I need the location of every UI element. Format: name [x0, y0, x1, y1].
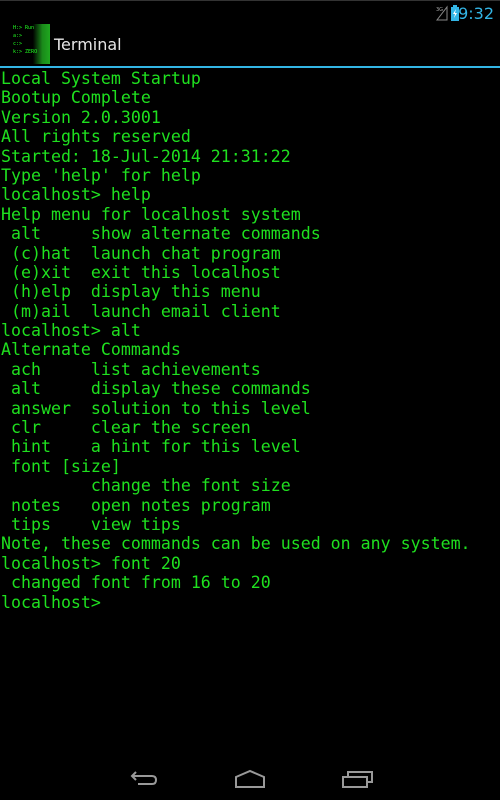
terminal-line: Started: 18-Jul-2014 21:31:22: [1, 146, 291, 166]
app-logo-icon[interactable]: H:> Run a:> c:> k:> ZERO: [12, 24, 50, 64]
terminal-line: hint a hint for this level: [1, 437, 301, 457]
terminal-line: Type 'help' for help: [1, 165, 201, 185]
svg-text:3G: 3G: [436, 7, 443, 13]
terminal-line: Help menu for localhost system: [1, 204, 301, 224]
clock: 9:32: [458, 4, 494, 23]
signal-3g-icon: 3G: [435, 5, 448, 25]
terminal-line: (m)ail launch email client: [1, 301, 281, 321]
terminal-line: (h)elp display this menu: [1, 282, 261, 302]
terminal-line: answer solution to this level: [1, 398, 311, 418]
home-icon: [235, 769, 265, 788]
terminal-line: change the font size: [1, 476, 291, 496]
terminal-line: clr clear the screen: [1, 418, 251, 438]
terminal-line: Alternate Commands: [1, 340, 181, 360]
terminal-line: localhost> help: [1, 185, 151, 205]
terminal-line: changed font from 16 to 20: [1, 573, 271, 593]
home-button[interactable]: [230, 764, 270, 790]
recents-icon: [342, 771, 373, 788]
terminal-line: localhost> alt: [1, 321, 141, 341]
terminal-line: alt display these commands: [1, 379, 311, 399]
back-button[interactable]: [124, 764, 164, 790]
action-bar: H:> Run a:> c:> k:> ZERO Terminal: [0, 24, 500, 68]
terminal-line: (c)hat launch chat program: [1, 243, 281, 263]
terminal-line: localhost>: [1, 592, 101, 612]
terminal-line: Version 2.0.3001: [1, 107, 161, 127]
back-icon: [130, 771, 158, 785]
recents-button[interactable]: [338, 764, 378, 790]
terminal-line: Local System Startup: [1, 69, 201, 88]
terminal-line: All rights reserved: [1, 127, 191, 147]
terminal-line: ach list achievements: [1, 359, 261, 379]
terminal-line: Note, these commands can be used on any …: [1, 534, 471, 554]
terminal-line: Bootup Complete: [1, 88, 151, 108]
app-title: Terminal: [54, 35, 122, 54]
terminal-output[interactable]: Local System Startup Bootup Complete Versi…: [1, 69, 500, 612]
terminal-line: notes open notes program: [1, 495, 271, 515]
terminal-line: tips view tips: [1, 514, 181, 534]
terminal-line: font [size]: [1, 456, 121, 476]
navigation-bar: [0, 752, 500, 800]
terminal-line: (e)xit exit this localhost: [1, 262, 281, 282]
terminal-line: alt show alternate commands: [1, 224, 321, 244]
terminal-line: localhost> font 20: [1, 553, 181, 573]
status-bar: 3G 9:32: [0, 0, 500, 25]
